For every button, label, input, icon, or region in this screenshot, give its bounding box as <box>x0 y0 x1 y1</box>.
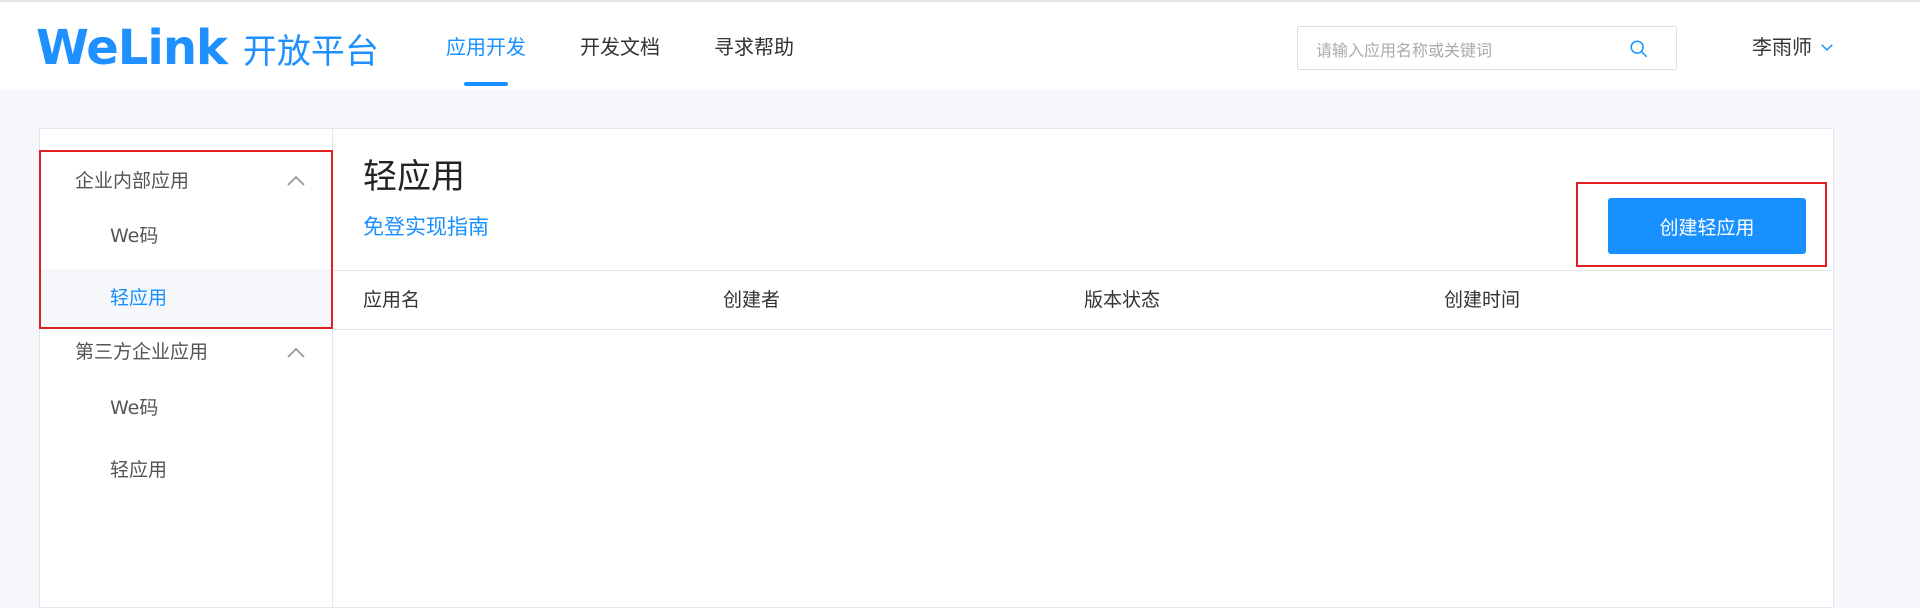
logo-subtitle: 开放平台 <box>242 31 379 72</box>
column-header-version-status: 版本状态 <box>1084 289 1161 311</box>
search-box <box>1297 26 1677 70</box>
sidebar-item-third-party-wecode[interactable]: We码 <box>40 379 332 437</box>
sso-guide-link[interactable]: 免登实现指南 <box>363 211 489 241</box>
chevron-up-icon[interactable] <box>284 341 308 365</box>
sidebar-item-internal-light-app[interactable]: 轻应用 <box>40 269 332 327</box>
content-panel: 企业内部应用 We码 轻应用 第三方企业应用 We码 轻应用 轻应用 免登实现指… <box>39 128 1834 608</box>
sidebar-item-third-party-light-app[interactable]: 轻应用 <box>40 441 332 499</box>
column-header-app-name: 应用名 <box>363 289 421 311</box>
table-header: 应用名 创建者 版本状态 创建时间 <box>333 270 1833 330</box>
user-menu[interactable]: 李雨师 <box>1752 2 1836 92</box>
create-light-app-button[interactable]: 创建轻应用 <box>1608 198 1806 254</box>
column-header-creator: 创建者 <box>723 289 781 311</box>
sidebar-group-third-party[interactable]: 第三方企业应用 <box>75 337 208 367</box>
nav-help[interactable]: 寻求帮助 <box>714 2 794 92</box>
nav-app-development[interactable]: 应用开发 <box>446 2 526 92</box>
sidebar: 企业内部应用 We码 轻应用 第三方企业应用 We码 轻应用 <box>40 129 333 607</box>
logo-wordmark: WeLink <box>36 20 228 76</box>
chevron-down-icon <box>1821 44 1833 52</box>
page-title: 轻应用 <box>363 157 465 197</box>
top-nav: 应用开发 开发文档 寻求帮助 <box>446 2 848 92</box>
welink-logo[interactable]: WeLink 开放平台 <box>36 20 379 76</box>
top-header: WeLink 开放平台 应用开发 开发文档 寻求帮助 李雨师 <box>0 0 1920 90</box>
search-input[interactable] <box>1314 37 1618 63</box>
user-name: 李雨师 <box>1752 35 1812 59</box>
search-icon[interactable] <box>1628 38 1650 60</box>
column-header-created-time: 创建时间 <box>1444 289 1521 311</box>
chevron-up-icon[interactable] <box>284 169 308 193</box>
sidebar-item-internal-wecode[interactable]: We码 <box>40 207 332 265</box>
main-content: 轻应用 免登实现指南 创建轻应用 应用名 创建者 版本状态 创建时间 <box>333 129 1833 607</box>
sidebar-group-internal[interactable]: 企业内部应用 <box>75 166 189 196</box>
nav-dev-docs[interactable]: 开发文档 <box>580 2 660 92</box>
